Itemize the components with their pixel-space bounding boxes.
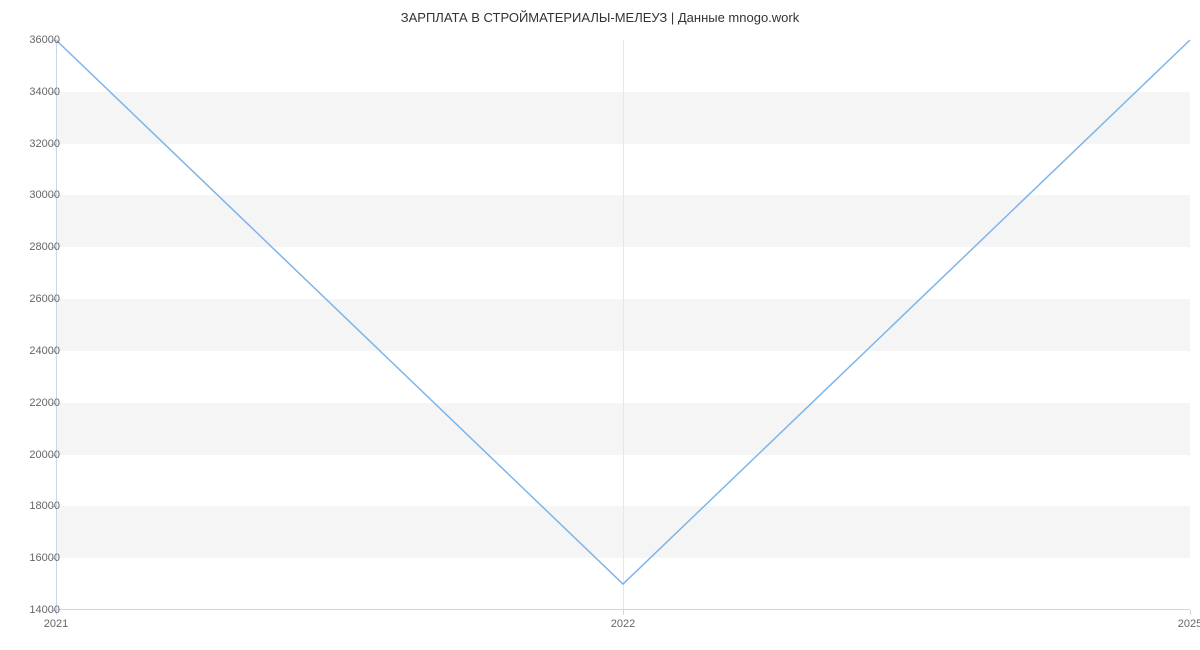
- x-tick-label: 2022: [611, 618, 635, 630]
- y-axis-line: [56, 40, 57, 610]
- chart-title: ЗАРПЛАТА В СТРОЙМАТЕРИАЛЫ-МЕЛЕУЗ | Данны…: [0, 0, 1200, 25]
- y-tick-label: 18000: [29, 500, 60, 512]
- x-tick-label: 2021: [44, 618, 68, 630]
- y-tick-label: 36000: [29, 34, 60, 46]
- x-axis-line: [56, 609, 1190, 610]
- y-tick-label: 14000: [29, 604, 60, 616]
- y-tick-label: 24000: [29, 345, 60, 357]
- y-tick-label: 34000: [29, 86, 60, 98]
- y-tick-label: 26000: [29, 293, 60, 305]
- y-tick-label: 32000: [29, 138, 60, 150]
- y-tick-label: 22000: [29, 397, 60, 409]
- y-tick-label: 30000: [29, 189, 60, 201]
- y-tick-label: 20000: [29, 449, 60, 461]
- x-tick-label: 2025: [1178, 618, 1200, 630]
- chart-plot-area: 202120222025: [56, 40, 1190, 610]
- x-tick-mark: [623, 610, 624, 615]
- x-tick-mark: [1190, 610, 1191, 615]
- y-tick-label: 16000: [29, 552, 60, 564]
- data-series-line: [56, 40, 1190, 584]
- y-tick-label: 28000: [29, 241, 60, 253]
